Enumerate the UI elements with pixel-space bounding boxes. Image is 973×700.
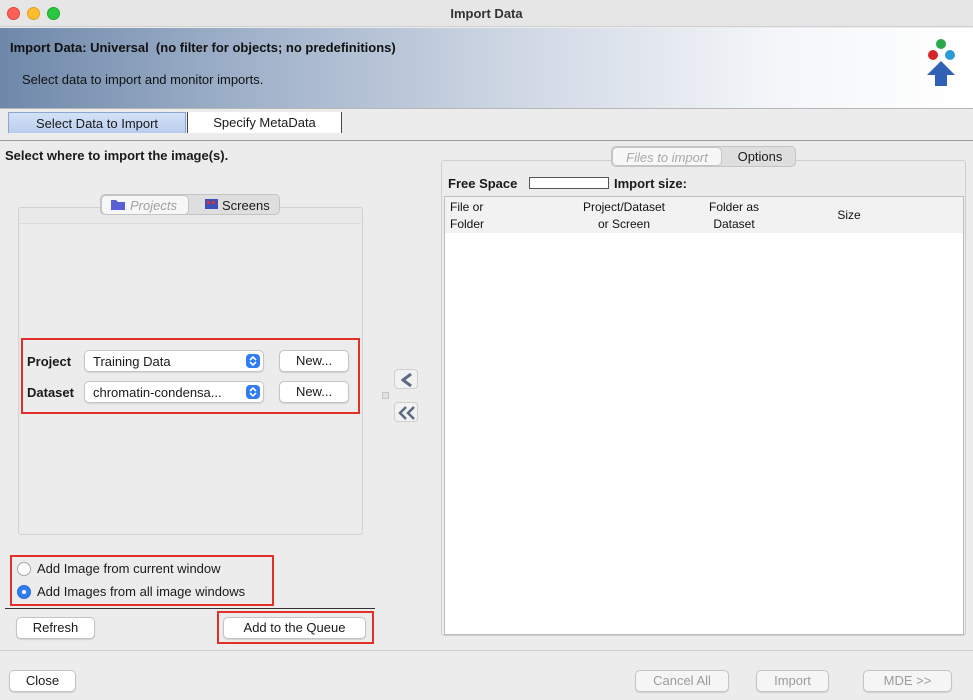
free-space-bar [529,177,609,189]
folder-icon [111,200,125,210]
double-chevron-left-icon [398,406,415,420]
dataset-label: Dataset [27,385,74,400]
tab-screens[interactable]: Screens [222,196,270,216]
radio-all-windows[interactable] [17,585,31,599]
add-to-queue-button[interactable]: Add to the Queue [223,617,366,639]
close-button[interactable]: Close [9,670,76,692]
column-project-dataset[interactable]: Project/Dataset or Screen [568,199,680,233]
mde-button[interactable]: MDE >> [863,670,952,692]
tab-specify-metadata[interactable]: Specify MetaData [187,112,342,133]
import-button[interactable]: Import [756,670,829,692]
project-select-value: Training Data [93,354,171,369]
app-logo-icon [927,39,955,86]
radio-current-window[interactable] [17,562,31,576]
column-folder-as-dataset[interactable]: Folder as Dataset [700,199,768,233]
import-queue-table[interactable] [444,196,964,635]
refresh-button[interactable]: Refresh [16,617,95,639]
splitter-handle[interactable] [382,392,389,399]
chevron-left-icon [401,373,412,387]
radio-all-windows-label: Add Images from all image windows [37,584,246,599]
project-label: Project [27,354,72,369]
remove-all-button[interactable] [394,402,418,422]
import-size-label: Import size: [614,176,687,191]
tab-options[interactable]: Options [724,147,796,166]
window-title: Import Data [450,6,523,21]
import-location-label: Select where to import the image(s). [5,148,229,163]
dataset-select[interactable]: chromatin-condensa... [84,381,264,403]
footer-divider [0,650,973,651]
new-dataset-button[interactable]: New... [279,381,349,403]
new-project-button[interactable]: New... [279,350,349,372]
select-arrows-icon [246,354,260,368]
radio-current-window-label: Add Image from current window [37,561,221,576]
column-file[interactable]: File or Folder [450,199,484,233]
tab-files-to-import[interactable]: Files to import [612,147,722,166]
remove-selected-button[interactable] [394,369,418,389]
banner-subtitle: Select data to import and monitor import… [22,72,264,87]
cancel-all-button[interactable]: Cancel All [635,670,729,692]
left-divider [5,608,375,609]
tab-projects-label: Projects [130,198,177,213]
dataset-select-value: chromatin-condensa... [93,385,222,400]
screen-icon [205,199,218,209]
column-size[interactable]: Size [829,207,869,224]
tab-select-data[interactable]: Select Data to Import [8,112,186,133]
free-space-label: Free Space [448,176,518,191]
project-select[interactable]: Training Data [84,350,264,372]
select-arrows-icon [246,385,260,399]
banner-title: Import Data: Universal (no filter for ob… [10,40,396,55]
